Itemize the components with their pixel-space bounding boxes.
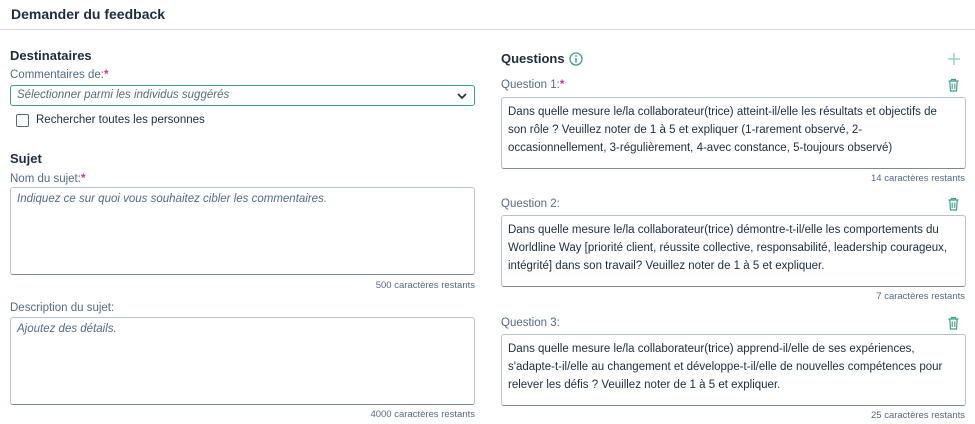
subject-name-label: Nom du sujet:* (10, 173, 85, 185)
trash-icon[interactable] (947, 316, 960, 330)
info-icon[interactable] (569, 52, 583, 66)
question-1-counter: 14 caractères restants (871, 173, 965, 184)
required-marker: * (559, 79, 565, 91)
subject-description-counter: 4000 caractères restants (370, 409, 475, 420)
chevron-down-icon (457, 93, 467, 100)
question-2-textarea[interactable]: Dans quelle mesure le/la collaborateur(t… (501, 215, 966, 287)
question-1-text: Dans quelle mesure le/la collaborateur(t… (508, 106, 937, 154)
subject-name-counter: 500 caractères restants (375, 280, 475, 291)
feedback-from-label: Commentaires de:* (10, 69, 108, 81)
question-2-label: Question 2: (501, 198, 560, 210)
search-all-checkbox-label: Rechercher toutes les personnes (36, 114, 205, 126)
add-question-icon[interactable] (947, 52, 961, 66)
page-title: Demander du feedback (11, 6, 166, 22)
feedback-from-label-text: Commentaires de: (10, 69, 104, 81)
question-2-label-text: Question 2: (501, 198, 560, 210)
question-2-counter: 7 caractères restants (876, 291, 965, 302)
question-2-text: Dans quelle mesure le/la collaborateur(t… (508, 224, 948, 272)
subject-description-placeholder: Ajoutez des détails. (17, 323, 117, 335)
search-all-checkbox[interactable] (16, 114, 29, 127)
question-3-text: Dans quelle mesure le/la collaborateur(t… (508, 343, 943, 391)
questions-title: Questions (501, 51, 565, 66)
question-3-textarea[interactable]: Dans quelle mesure le/la collaborateur(t… (501, 334, 966, 406)
question-3-counter: 25 caractères restants (871, 410, 965, 421)
recipients-select[interactable]: Sélectionner parmi les individus suggéré… (10, 85, 475, 106)
subject-description-textarea[interactable]: Ajoutez des détails. (10, 317, 475, 405)
required-marker: * (80, 173, 86, 185)
trash-icon[interactable] (947, 197, 960, 211)
subject-name-label-text: Nom du sujet: (10, 173, 81, 185)
trash-icon[interactable] (947, 78, 960, 92)
subject-name-textarea[interactable]: Indiquez ce sur quoi vous souhaitez cibl… (10, 187, 475, 275)
subject-name-placeholder: Indiquez ce sur quoi vous souhaitez cibl… (17, 193, 328, 205)
recipients-title: Destinataires (10, 48, 92, 63)
subject-description-label: Description du sujet: (10, 302, 115, 314)
question-1-label-text: Question 1: (501, 79, 560, 91)
recipients-select-placeholder: Sélectionner parmi les individus suggéré… (17, 89, 230, 101)
subject-title: Sujet (10, 151, 42, 166)
question-3-label: Question 3: (501, 317, 560, 329)
required-marker: * (103, 69, 109, 81)
question-3-label-text: Question 3: (501, 317, 560, 329)
question-1-label: Question 1:* (501, 79, 564, 91)
question-1-textarea[interactable]: Dans quelle mesure le/la collaborateur(t… (501, 97, 966, 169)
page-header: Demander du feedback (0, 0, 975, 30)
